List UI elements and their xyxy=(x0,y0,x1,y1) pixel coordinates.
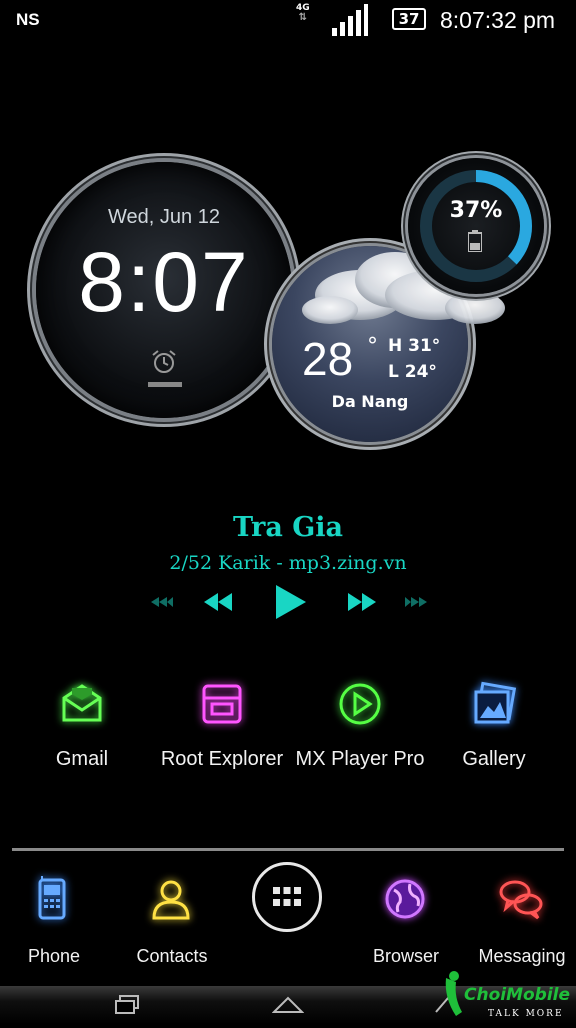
app-gallery[interactable]: Gallery xyxy=(424,680,564,780)
app-label: Gmail xyxy=(55,748,109,770)
root-explorer-icon xyxy=(202,684,242,724)
watermark-logo: ChoiMobile TALK MORE xyxy=(442,968,576,1024)
battery-widget[interactable]: 37% xyxy=(408,158,544,294)
battery-icon: 37 xyxy=(392,8,426,30)
dock-label: Browser xyxy=(372,946,439,966)
clock-date: Wed, Jun 12 xyxy=(108,206,220,228)
previous-track-icon[interactable] xyxy=(200,585,236,619)
choimobile-logo: ChoiMobile TALK MORE xyxy=(445,971,570,1019)
clock-time: 8:07 xyxy=(78,235,250,329)
svg-text:TALK MORE: TALK MORE xyxy=(488,1009,564,1019)
dock-phone[interactable]: Phone xyxy=(0,876,114,976)
battery-percent: 37% xyxy=(449,198,503,223)
carrier-label: NS xyxy=(16,10,40,29)
status-clock: 8:07:32 pm xyxy=(440,7,556,33)
svg-text:ChoiMobile: ChoiMobile xyxy=(464,985,570,1005)
app-label: Gallery xyxy=(462,748,526,770)
alarm-clock-icon[interactable] xyxy=(150,348,178,376)
browser-icon xyxy=(385,879,425,919)
messaging-icon xyxy=(499,880,543,920)
battery-ring xyxy=(420,170,532,282)
alarm-indicator xyxy=(148,382,182,387)
signal-strength-icon xyxy=(332,4,368,36)
dock-label: Phone xyxy=(27,946,81,966)
contacts-icon xyxy=(152,880,190,920)
gmail-icon xyxy=(62,684,102,722)
app-root-explorer[interactable]: Root Explorer xyxy=(152,680,292,780)
dock-divider xyxy=(12,848,564,851)
battery-icon xyxy=(468,230,482,252)
gallery-icon xyxy=(474,681,517,724)
next-track-icon[interactable] xyxy=(344,585,380,619)
battery-level: 37 xyxy=(398,10,420,28)
app-mx-player[interactable]: MX Player Pro xyxy=(290,680,430,780)
home-icon[interactable] xyxy=(272,994,304,1016)
app-gmail[interactable]: Gmail xyxy=(12,680,152,780)
status-bar: NS 4G ⇅ 37 8:07:32 pm xyxy=(0,0,576,40)
clock-widget[interactable]: Wed, Jun 12 8:07 xyxy=(36,162,292,418)
low-temperature: L 24° xyxy=(388,362,437,382)
weather-city: Da Nang xyxy=(331,392,409,411)
song-title: Tra Gia xyxy=(232,512,344,543)
song-info: 2/52 Karik - mp3.zing.vn xyxy=(169,552,407,574)
seek-forward-icon[interactable] xyxy=(404,585,434,619)
dock-messaging[interactable]: Messaging xyxy=(462,876,576,976)
mx-player-icon xyxy=(339,683,381,725)
app-label: Root Explorer xyxy=(160,748,284,770)
app-grid-icon xyxy=(273,887,301,906)
dock-label: Contacts xyxy=(136,946,208,966)
app-label: MX Player Pro xyxy=(295,748,425,770)
seek-back-icon[interactable] xyxy=(144,585,174,619)
network-type-icon: 4G ⇅ xyxy=(296,3,310,23)
app-drawer-button[interactable] xyxy=(252,862,322,932)
phone-icon xyxy=(38,876,66,920)
dock-browser[interactable]: Browser xyxy=(346,876,466,976)
dock-label: Messaging xyxy=(478,946,566,966)
recent-apps-icon[interactable] xyxy=(114,994,142,1016)
play-icon[interactable] xyxy=(272,585,308,619)
dock-contacts[interactable]: Contacts xyxy=(112,876,232,976)
